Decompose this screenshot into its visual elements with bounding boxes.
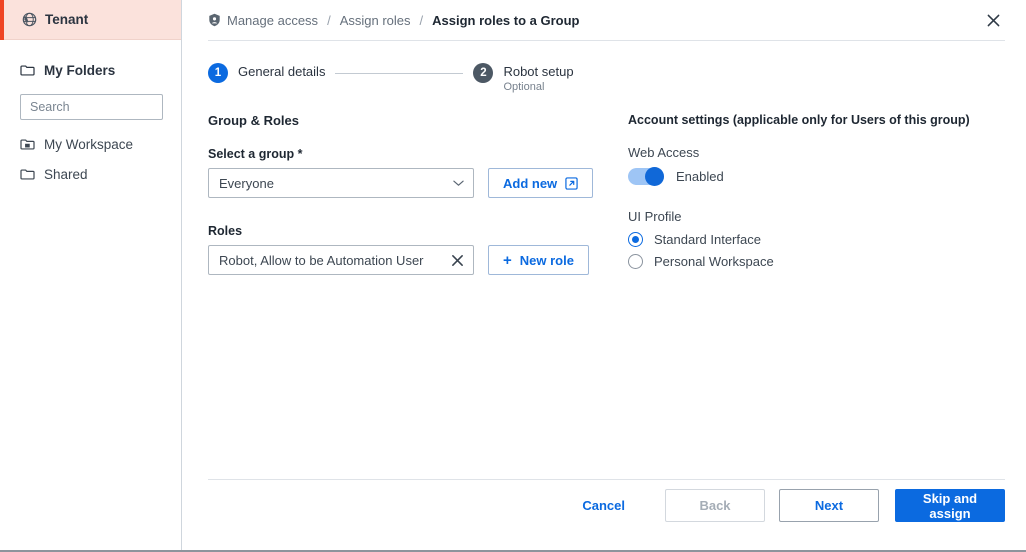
- breadcrumb-separator: /: [419, 12, 424, 28]
- ui-profile-label: UI Profile: [628, 209, 682, 224]
- web-access-state-label: Enabled: [676, 169, 724, 184]
- search-input[interactable]: [30, 100, 191, 114]
- radio-icon[interactable]: [628, 232, 643, 247]
- step-number-badge: 1: [208, 63, 228, 83]
- close-icon[interactable]: [984, 11, 1002, 29]
- sidebar-item-my-folders[interactable]: My Folders: [0, 55, 181, 85]
- back-button[interactable]: Back: [665, 489, 765, 522]
- stepper: 1 General details 2 Robot setup Optional: [182, 41, 1026, 103]
- radio-standard-interface[interactable]: Standard Interface: [628, 232, 970, 247]
- step-title: Robot setup: [503, 64, 574, 79]
- new-role-button[interactable]: + New role: [488, 245, 589, 275]
- radio-personal-workspace[interactable]: Personal Workspace: [628, 254, 970, 269]
- roles-row: Robot, Allow to be Automation User + New…: [208, 245, 604, 275]
- footer-actions: Cancel Back Next Skip and assign: [182, 489, 1005, 522]
- web-access-label: Web Access: [628, 145, 700, 160]
- external-link-icon: [565, 176, 578, 190]
- chevron-down-icon[interactable]: [453, 179, 464, 187]
- breadcrumb-label: Manage access: [227, 12, 319, 28]
- sidebar: Tenant My Folders Search My Workspace Sh…: [0, 0, 203, 552]
- breadcrumb-separator: /: [327, 12, 331, 28]
- roles-label: Roles: [208, 224, 243, 238]
- radio-label: Standard Interface: [654, 232, 761, 247]
- new-role-label: New role: [519, 252, 574, 268]
- plus-icon: +: [503, 251, 512, 269]
- field-spacer: [208, 198, 604, 224]
- breadcrumb: Manage access / Assign roles / Assign ro…: [182, 0, 1026, 40]
- step-subtitle: Optional: [503, 81, 545, 93]
- account-settings-column: Account settings (applicable only for Us…: [628, 113, 970, 276]
- breadcrumb-item-assign-roles[interactable]: Assign roles: [340, 13, 411, 28]
- shield-icon: [208, 13, 221, 27]
- add-new-label: Add new: [503, 175, 558, 191]
- tenant-label: Tenant: [45, 12, 89, 27]
- form-columns: Group & Roles Select a group * Everyone …: [182, 103, 1026, 276]
- roles-input[interactable]: Robot, Allow to be Automation User: [208, 245, 474, 275]
- breadcrumb-label: Assign roles: [339, 12, 411, 28]
- account-settings-title: Account settings (applicable only for Us…: [628, 113, 970, 127]
- group-roles-title: Group & Roles: [208, 113, 300, 128]
- select-group-row: Everyone Add new: [208, 168, 604, 198]
- folder-icon: [20, 168, 35, 181]
- app-root: Tenant My Folders Search My Workspace Sh…: [0, 0, 1026, 552]
- sidebar-item-tenant[interactable]: Tenant: [0, 0, 181, 40]
- select-group-value: Everyone: [219, 175, 274, 191]
- workspace-folder-icon: [20, 138, 35, 151]
- web-access-toggle-row: Enabled: [628, 167, 970, 186]
- footer-divider: [208, 479, 1005, 480]
- radio-icon[interactable]: [628, 254, 643, 269]
- sidebar-item-my-workspace[interactable]: My Workspace: [0, 129, 181, 159]
- clear-roles-icon[interactable]: [451, 254, 464, 267]
- sidebar-item-label: My Workspace: [44, 136, 134, 152]
- group-roles-column: Group & Roles Select a group * Everyone …: [208, 113, 604, 276]
- web-access-toggle[interactable]: [628, 167, 664, 186]
- breadcrumb-item-current: Assign roles to a Group: [432, 13, 579, 28]
- main-panel: Manage access / Assign roles / Assign ro…: [182, 0, 1026, 552]
- sidebar-item-label: My Folders: [44, 62, 116, 78]
- sidebar-item-label: Shared: [44, 166, 88, 182]
- folder-icon: [20, 64, 35, 77]
- add-new-group-button[interactable]: Add new: [488, 168, 594, 198]
- step-title: General details: [238, 64, 326, 79]
- cancel-button[interactable]: Cancel: [572, 498, 635, 513]
- breadcrumb-label: Assign roles to a Group: [432, 12, 580, 28]
- sidebar-item-shared[interactable]: Shared: [0, 159, 181, 189]
- step-robot-setup[interactable]: 2 Robot setup Optional: [473, 63, 574, 94]
- next-button[interactable]: Next: [779, 489, 879, 522]
- step-number-badge: 2: [473, 63, 494, 83]
- roles-value: Robot, Allow to be Automation User: [219, 252, 424, 268]
- select-group-dropdown[interactable]: Everyone: [208, 168, 474, 198]
- breadcrumb-item-manage-access[interactable]: Manage access: [208, 13, 318, 28]
- step-connector-line: [335, 73, 464, 74]
- globe-icon: [22, 12, 37, 27]
- step-general-details[interactable]: 1 General details: [208, 63, 325, 83]
- skip-and-assign-button[interactable]: Skip and assign: [895, 489, 1005, 522]
- select-group-label: Select a group *: [208, 147, 303, 161]
- tenant-accent-bar: [0, 0, 4, 40]
- toggle-knob: [645, 167, 664, 186]
- radio-label: Personal Workspace: [654, 254, 774, 269]
- search-box[interactable]: [20, 94, 203, 120]
